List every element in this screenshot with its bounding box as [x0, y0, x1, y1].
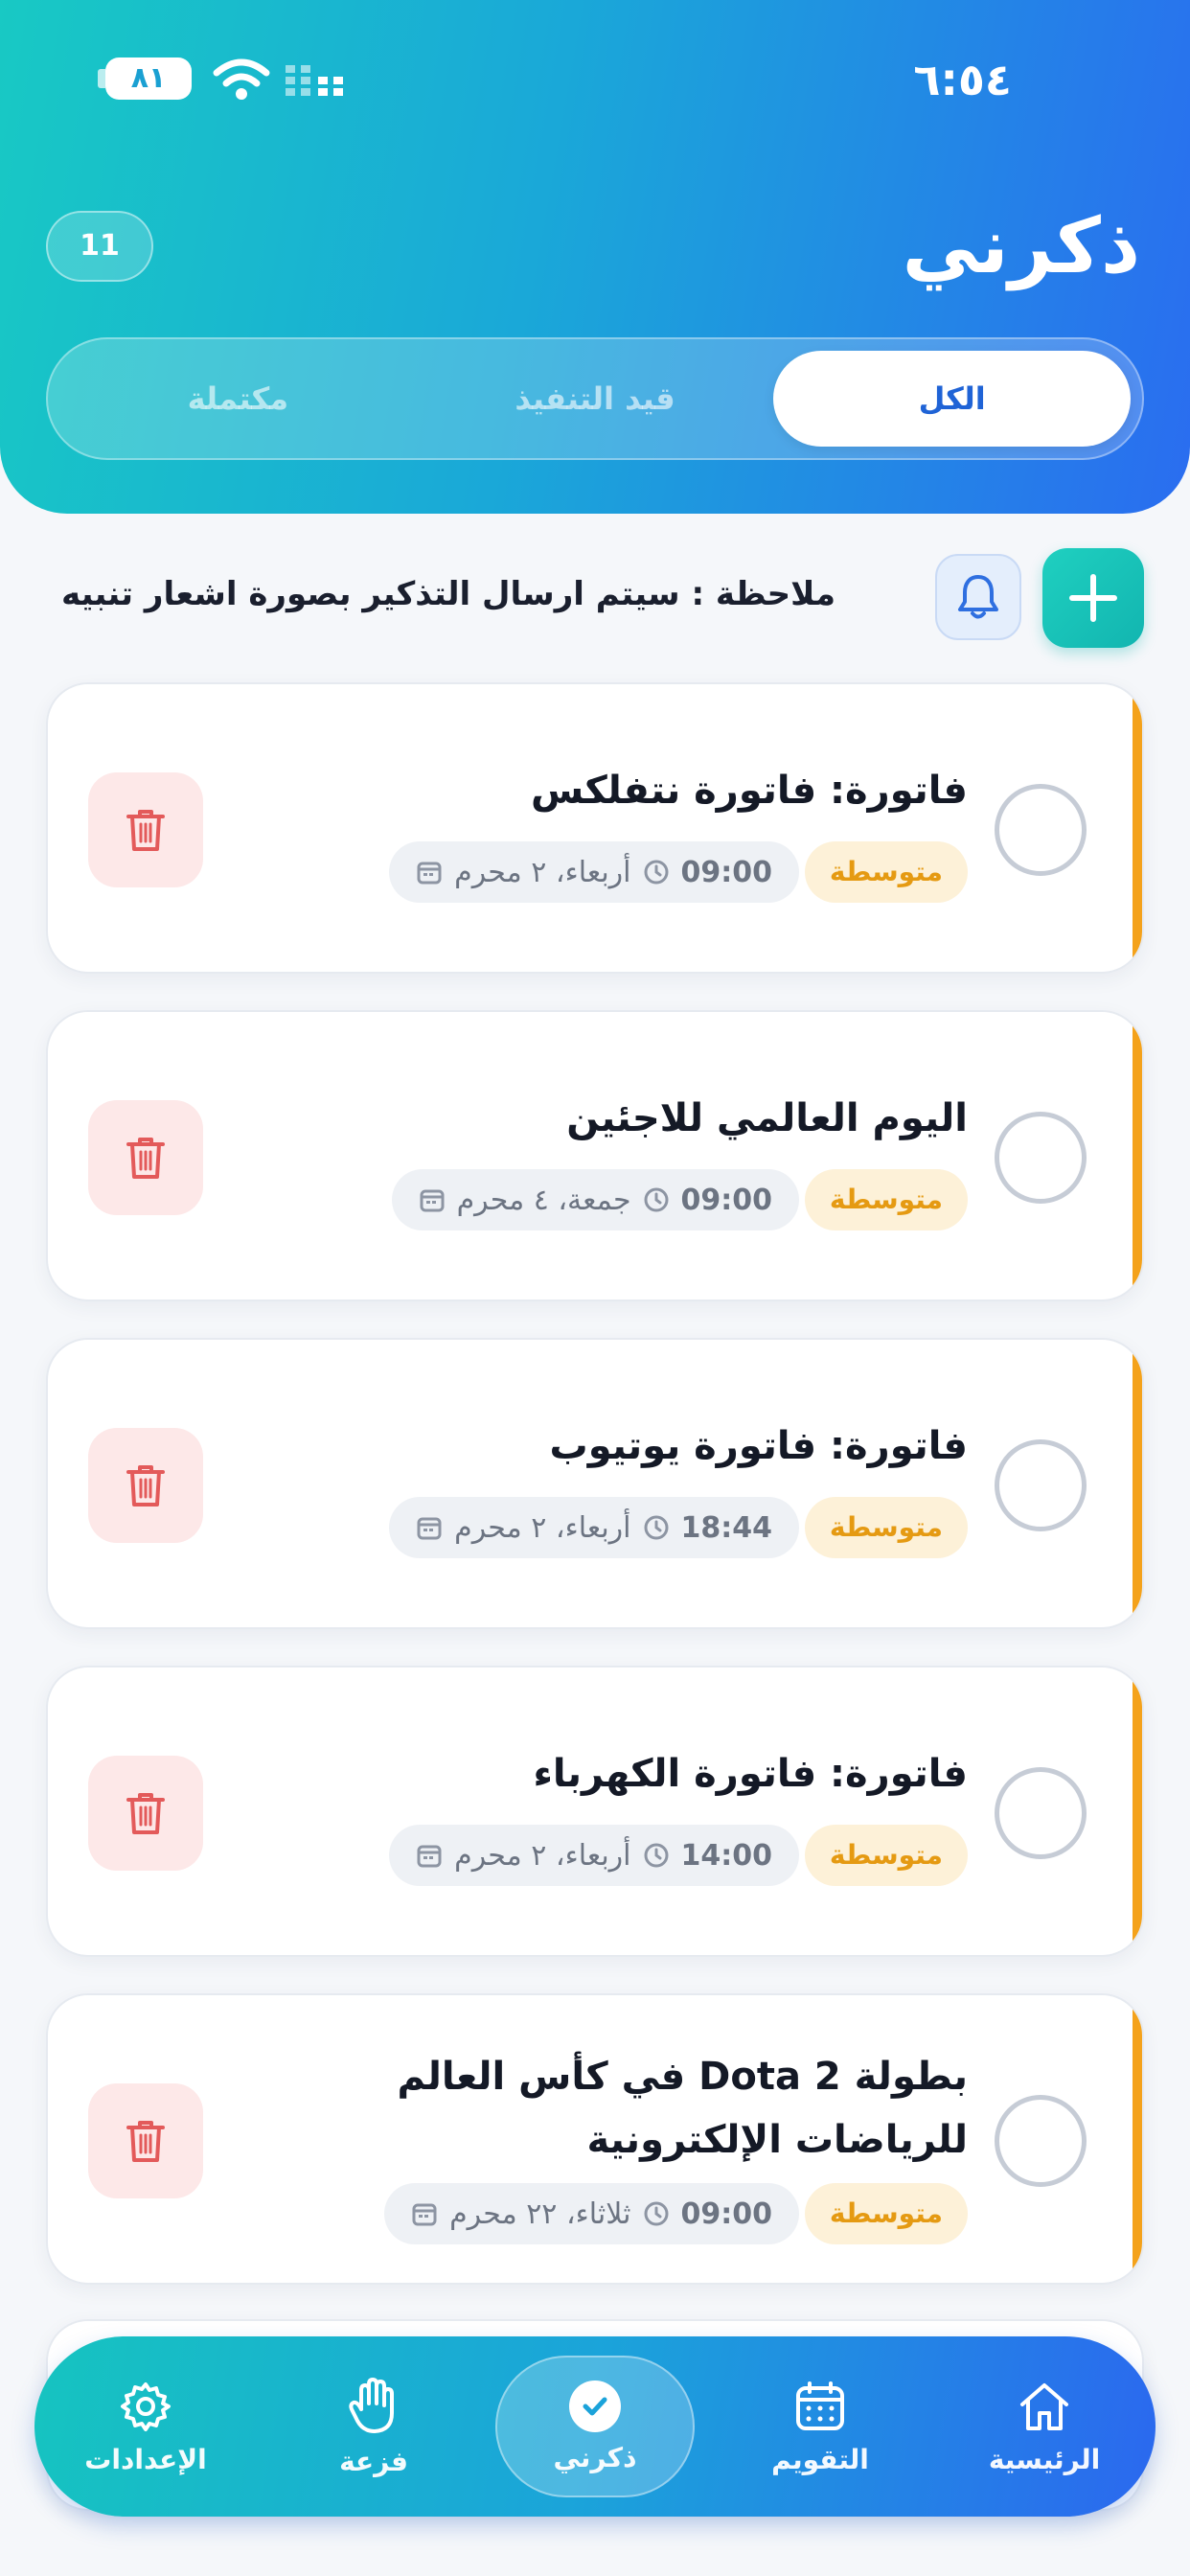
- reminder-title: اليوم العالمي للاجئين: [566, 1096, 968, 1140]
- reminder-title: فاتورة: فاتورة نتفلكس: [530, 769, 968, 813]
- clock-icon: [644, 1515, 668, 1540]
- nav-panic[interactable]: فزعة: [278, 2336, 469, 2517]
- reminder-card[interactable]: بطولة Dota 2 في كأس العالم للرياضات الإل…: [46, 1993, 1144, 2285]
- reminder-count-badge: 11: [46, 211, 153, 282]
- reminder-title: فاتورة: فاتورة الكهرباء: [533, 1752, 968, 1796]
- trash-icon: [126, 810, 165, 851]
- priority-accent-bar: [1133, 1668, 1142, 1955]
- reminder-datetime: أربعاء، ٢ محرم 14:00: [389, 1825, 799, 1886]
- reminder-datetime: جمعة، ٤ محرم 09:00: [391, 1169, 799, 1230]
- delete-button[interactable]: [88, 772, 203, 887]
- nav-calendar-label: التقويم: [771, 2443, 869, 2475]
- reminder-card[interactable]: فاتورة: فاتورة نتفلكس متوسطة أربعاء، ٢ م…: [46, 682, 1144, 974]
- delete-button[interactable]: [88, 2083, 203, 2198]
- bell-icon: [958, 575, 998, 619]
- clock-icon: [644, 860, 668, 885]
- check-icon: [569, 2380, 621, 2432]
- reminder-time: 09:00: [680, 2196, 773, 2231]
- notification-note: ملاحظة : سيتم ارسال التذكير بصورة اشعار …: [61, 575, 835, 613]
- tab-in-progress[interactable]: قيد التنفيذ: [417, 351, 774, 447]
- priority-accent-bar: [1133, 684, 1142, 972]
- reminder-time: 18:44: [680, 1510, 773, 1545]
- nav-settings-label: الإعدادات: [84, 2443, 207, 2475]
- notification-button[interactable]: [935, 554, 1021, 640]
- trash-icon: [126, 1138, 165, 1179]
- home-icon: [1020, 2382, 1068, 2430]
- trash-icon: [126, 1793, 165, 1834]
- complete-checkbox[interactable]: [995, 1767, 1087, 1859]
- priority-accent-bar: [1133, 1340, 1142, 1627]
- reminder-date: أربعاء، ٢ محرم: [454, 1838, 631, 1873]
- reminder-datetime: أربعاء، ٢ محرم 18:44: [389, 1497, 799, 1558]
- complete-checkbox[interactable]: [995, 1439, 1087, 1531]
- clock-icon: [644, 2201, 668, 2226]
- reminder-time: 14:00: [680, 1838, 773, 1873]
- priority-badge: متوسطة: [804, 1169, 968, 1230]
- nav-settings[interactable]: الإعدادات: [50, 2336, 241, 2517]
- complete-checkbox[interactable]: [995, 1112, 1087, 1204]
- priority-accent-bar: [1133, 1012, 1142, 1300]
- nav-remind[interactable]: ذكرني: [495, 2356, 695, 2497]
- priority-badge: متوسطة: [804, 2183, 968, 2244]
- reminder-time: 09:00: [680, 855, 773, 889]
- priority-badge: متوسطة: [804, 841, 968, 903]
- reminder-card[interactable]: فاتورة: فاتورة الكهرباء متوسطة أربعاء، ٢…: [46, 1666, 1144, 1957]
- tab-all[interactable]: الكل: [773, 351, 1131, 447]
- reminder-date: أربعاء، ٢ محرم: [454, 855, 631, 889]
- gear-icon: [121, 2381, 171, 2431]
- status-time: ٦:٥٤: [913, 54, 1012, 105]
- header: ٨١ ٦:٥٤ 11 ذكرني الكل قيد التنفيذ مكتملة: [0, 0, 1190, 514]
- delete-button[interactable]: [88, 1756, 203, 1871]
- nav-home[interactable]: الرئيسية: [949, 2336, 1140, 2517]
- complete-checkbox[interactable]: [995, 2095, 1087, 2187]
- calendar-icon: [417, 862, 442, 885]
- filter-tabs: الكل قيد التنفيذ مكتملة: [46, 337, 1144, 460]
- delete-button[interactable]: [88, 1100, 203, 1215]
- reminder-title: بطولة Dota 2 في كأس العالم للرياضات الإل…: [397, 2055, 968, 2162]
- nav-home-label: الرئيسية: [988, 2443, 1101, 2475]
- delete-button[interactable]: [88, 1428, 203, 1543]
- reminder-card[interactable]: فاتورة: فاتورة يوتيوب متوسطة أربعاء، ٢ م…: [46, 1338, 1144, 1629]
- screen: ٨١ ٦:٥٤ 11 ذكرني الكل قيد التنفيذ مكتملة…: [0, 0, 1190, 2576]
- reminder-card[interactable]: اليوم العالمي للاجئين متوسطة جمعة، ٤ محر…: [46, 1010, 1144, 1301]
- reminder-datetime: ثلاثاء، ٢٢ محرم 09:00: [384, 2183, 799, 2244]
- trash-icon: [126, 1465, 165, 1506]
- complete-checkbox[interactable]: [995, 784, 1087, 876]
- trash-icon: [126, 2121, 165, 2162]
- reminder-time: 09:00: [680, 1183, 773, 1217]
- calendar-icon: [417, 1845, 442, 1868]
- priority-badge: متوسطة: [804, 1825, 968, 1886]
- calendar-icon: [412, 2203, 437, 2226]
- wifi-icon: [213, 58, 270, 100]
- page-title: ذكرني: [902, 201, 1140, 290]
- nav-panic-label: فزعة: [339, 2445, 408, 2477]
- reminder-title: فاتورة: فاتورة يوتيوب: [549, 1424, 968, 1468]
- nav-remind-label: ذكرني: [553, 2441, 637, 2473]
- bottom-navigation: الإعدادات فزعة ذكرني التقويم الرئيسية: [34, 2336, 1156, 2517]
- add-reminder-button[interactable]: [1042, 548, 1144, 648]
- reminder-date: جمعة، ٤ محرم: [456, 1183, 631, 1217]
- reminder-datetime: أربعاء، ٢ محرم 09:00: [389, 841, 799, 903]
- tab-completed[interactable]: مكتملة: [59, 351, 417, 447]
- calendar-icon: [417, 1517, 442, 1540]
- calendar-icon: [796, 2380, 844, 2430]
- hand-icon: [349, 2377, 394, 2433]
- battery-indicator: ٨١: [105, 58, 192, 100]
- battery-tip: [98, 69, 105, 88]
- status-bar: ٨١ ٦:٥٤: [0, 48, 1190, 115]
- priority-accent-bar: [1133, 1995, 1142, 2283]
- clock-icon: [644, 1843, 668, 1868]
- calendar-icon: [420, 1189, 445, 1212]
- reminder-date: أربعاء، ٢ محرم: [454, 1510, 631, 1545]
- nav-calendar[interactable]: التقويم: [724, 2336, 916, 2517]
- reminder-date: ثلاثاء، ٢٢ محرم: [449, 2196, 631, 2231]
- plus-icon: [1069, 574, 1117, 622]
- cellular-signal-icon: [286, 65, 343, 96]
- priority-badge: متوسطة: [804, 1497, 968, 1558]
- clock-icon: [644, 1187, 668, 1212]
